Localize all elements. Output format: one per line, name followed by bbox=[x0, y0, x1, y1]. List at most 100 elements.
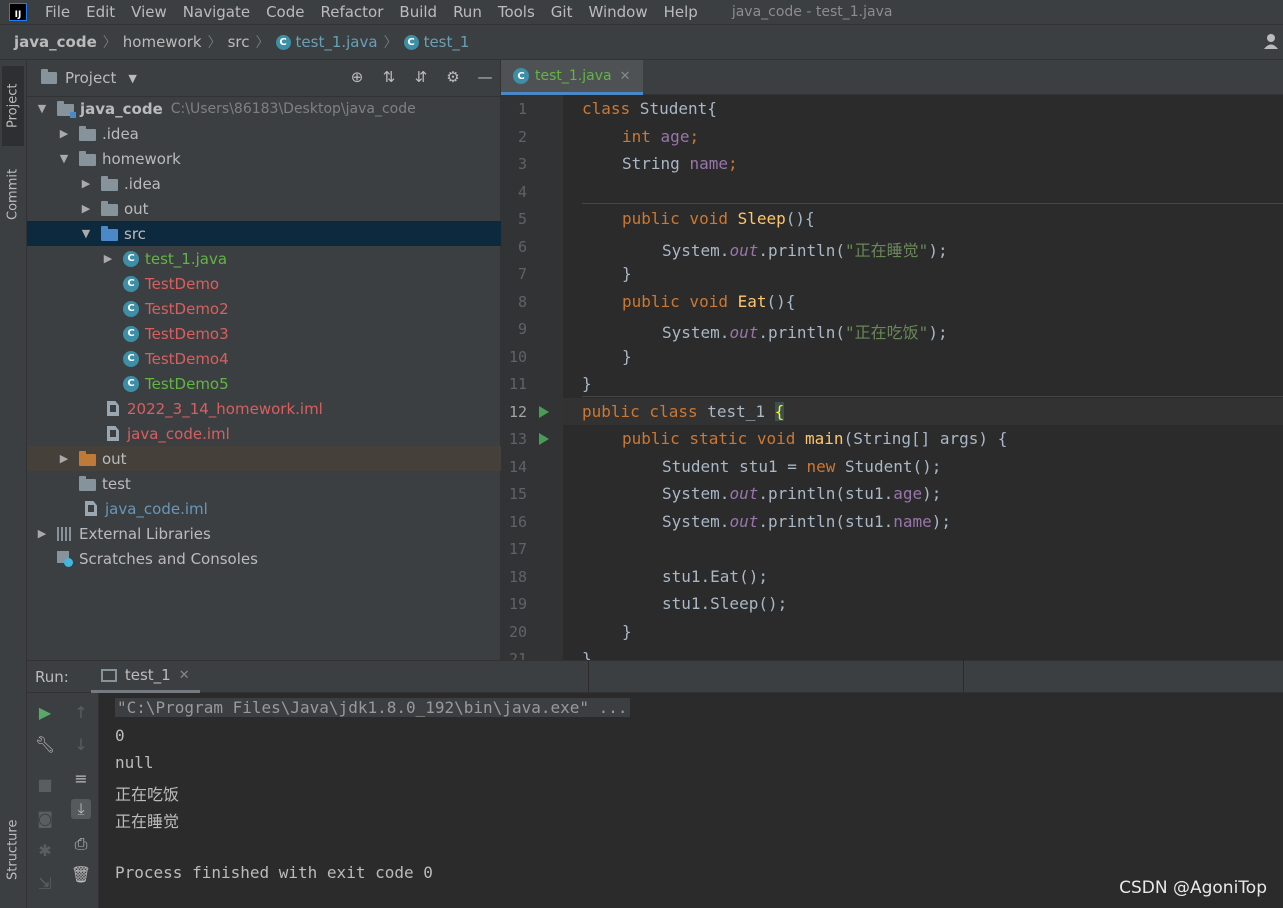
tree-item-java-code-iml-inner[interactable]: ▶ java_code.iml bbox=[27, 421, 559, 446]
menu-refactor[interactable]: Refactor bbox=[312, 3, 391, 21]
console-output[interactable]: "C:\Program Files\Java\jdk1.8.0_192\bin\… bbox=[99, 693, 1283, 908]
module-file-icon bbox=[107, 426, 119, 441]
scroll-to-end-icon[interactable]: ⤓ bbox=[71, 799, 91, 819]
run-toolbar: ▶ 🔧︎ ■ ◙ ✱ ⇲ bbox=[27, 693, 63, 908]
tree-item-homework-iml[interactable]: ▶ 2022_3_14_homework.iml bbox=[27, 396, 559, 421]
tree-item-test-1-java[interactable]: ▶ C test_1.java bbox=[27, 246, 575, 271]
excluded-folder-icon bbox=[79, 450, 96, 466]
print-icon[interactable]: ⎙ bbox=[71, 834, 91, 854]
breadcrumb-homework[interactable]: homework bbox=[123, 33, 202, 51]
editor-tab-test-1[interactable]: C test_1.java ✕ bbox=[501, 60, 643, 95]
menu-build[interactable]: Build bbox=[391, 3, 445, 21]
scratches-icon bbox=[57, 550, 73, 567]
run-gutter-icon[interactable] bbox=[539, 406, 549, 418]
tree-item-external-libraries[interactable]: ▶ External Libraries bbox=[27, 521, 509, 546]
menu-git[interactable]: Git bbox=[543, 3, 581, 21]
tree-item-homework[interactable]: ▼ homework bbox=[27, 146, 531, 171]
tree-item-src[interactable]: ▼ src bbox=[27, 221, 553, 246]
run-gutter-icon[interactable] bbox=[539, 433, 549, 445]
console-line: Process finished with exit code 0 bbox=[115, 863, 433, 882]
tree-label: .idea bbox=[102, 124, 139, 143]
code-line: public static void main(String[] args) { bbox=[622, 429, 1008, 448]
breadcrumb-file-label: test_1.java bbox=[295, 33, 378, 51]
menu-bar: IJ File Edit View Navigate Code Refactor… bbox=[0, 0, 1283, 24]
menu-tools[interactable]: Tools bbox=[490, 3, 543, 21]
close-icon[interactable]: ✕ bbox=[620, 69, 631, 84]
rerun-icon[interactable]: ▶ bbox=[35, 702, 55, 722]
tree-item-out[interactable]: ▶ out bbox=[27, 446, 531, 471]
tree-item-testdemo[interactable]: ▶ C TestDemo bbox=[27, 271, 575, 296]
tree-label: .idea bbox=[124, 174, 161, 193]
expand-all-icon[interactable]: ⇅ bbox=[380, 68, 398, 86]
minimize-icon[interactable]: — bbox=[476, 68, 494, 86]
code-editor[interactable]: class Student{ int age; String name; pub… bbox=[563, 95, 1283, 660]
breadcrumb-file[interactable]: Ctest_1.java bbox=[275, 33, 378, 51]
code-line: int age; bbox=[622, 127, 700, 146]
tree-item-homework-idea[interactable]: ▶ .idea bbox=[27, 171, 553, 196]
line-number: 1 bbox=[517, 100, 527, 118]
tool-tab-structure[interactable]: Structure bbox=[2, 800, 24, 900]
tool-tab-commit[interactable]: Commit bbox=[2, 156, 24, 232]
menu-navigate[interactable]: Navigate bbox=[175, 3, 258, 21]
menu-code[interactable]: Code bbox=[258, 3, 312, 21]
tree-label: External Libraries bbox=[79, 524, 211, 543]
gear-icon[interactable]: ⚙ bbox=[444, 68, 462, 86]
arrow-up-icon[interactable]: ↑ bbox=[71, 702, 91, 722]
collapse-all-icon[interactable]: ⇵ bbox=[412, 68, 430, 86]
menu-run[interactable]: Run bbox=[445, 3, 490, 21]
menu-view[interactable]: View bbox=[123, 3, 175, 21]
divider bbox=[963, 660, 964, 693]
tree-item-homework-out[interactable]: ▶ out bbox=[27, 196, 553, 221]
menu-window[interactable]: Window bbox=[580, 3, 655, 21]
tree-item-scratches[interactable]: ▶ Scratches and Consoles bbox=[27, 546, 509, 571]
breadcrumb-src[interactable]: src bbox=[228, 33, 250, 51]
tree-item-java-code-iml[interactable]: ▶ java_code.iml bbox=[27, 496, 537, 521]
console-line: 正在吃饭 bbox=[115, 785, 180, 804]
tree-item-idea[interactable]: ▶ .idea bbox=[27, 121, 531, 146]
run-tab-test-1[interactable]: test_1 ✕ bbox=[90, 660, 200, 693]
debug-icon[interactable]: ✱ bbox=[35, 840, 55, 860]
user-icon[interactable] bbox=[1263, 33, 1279, 49]
java-class-icon: C bbox=[123, 325, 139, 342]
folder-icon bbox=[101, 175, 118, 191]
arrow-down-icon[interactable]: ↓ bbox=[71, 734, 91, 754]
crosshair-icon[interactable]: ⊕ bbox=[348, 68, 366, 86]
line-number: 8 bbox=[517, 293, 527, 311]
trash-icon[interactable]: 🗑︎ bbox=[71, 864, 91, 884]
module-folder-icon bbox=[57, 100, 76, 118]
editor-tab-label: test_1.java bbox=[535, 68, 612, 84]
breadcrumb-project[interactable]: java_code bbox=[14, 33, 97, 51]
tree-item-testdemo4[interactable]: ▶ C TestDemo4 bbox=[27, 346, 575, 371]
tree-item-testdemo5[interactable]: ▶ C TestDemo5 bbox=[27, 371, 575, 396]
code-line: public class test_1 { bbox=[582, 402, 785, 421]
tree-label: java_code bbox=[80, 99, 163, 118]
wrench-icon[interactable]: 🔧︎ bbox=[35, 734, 55, 754]
tree-item-java-code[interactable]: ▼ java_code C:\Users\86183\Desktop\java_… bbox=[27, 96, 509, 121]
divider bbox=[588, 660, 589, 693]
stop-icon[interactable]: ■ bbox=[35, 774, 55, 794]
menu-file[interactable]: File bbox=[37, 3, 78, 21]
line-number: 17 bbox=[508, 540, 527, 558]
project-view-selector[interactable]: Project ▼ bbox=[41, 69, 137, 87]
tree-label: TestDemo3 bbox=[145, 324, 229, 343]
soft-wrap-icon[interactable]: ≡ bbox=[71, 768, 91, 788]
menu-help[interactable]: Help bbox=[656, 3, 706, 21]
tree-path-hint: C:\Users\86183\Desktop\java_code bbox=[170, 100, 416, 117]
run-label: Run: bbox=[35, 667, 69, 686]
project-title: Project bbox=[65, 69, 117, 87]
method-separator bbox=[582, 203, 1283, 204]
tree-label: TestDemo bbox=[145, 274, 220, 293]
folder-icon bbox=[79, 475, 96, 491]
breadcrumb-class[interactable]: Ctest_1 bbox=[403, 33, 470, 51]
tree-item-test[interactable]: ▶ test bbox=[27, 471, 531, 496]
tree-item-testdemo2[interactable]: ▶ C TestDemo2 bbox=[27, 296, 575, 321]
tool-tab-project[interactable]: Project bbox=[2, 66, 24, 146]
camera-icon[interactable]: ◙ bbox=[35, 808, 55, 828]
java-class-icon: C bbox=[123, 300, 139, 317]
breadcrumb-class-label: test_1 bbox=[423, 33, 470, 51]
close-icon[interactable]: ✕ bbox=[179, 668, 190, 683]
menu-edit[interactable]: Edit bbox=[78, 3, 123, 21]
line-number: 16 bbox=[508, 513, 527, 531]
exit-icon[interactable]: ⇲ bbox=[35, 873, 55, 893]
tree-item-testdemo3[interactable]: ▶ C TestDemo3 bbox=[27, 321, 575, 346]
